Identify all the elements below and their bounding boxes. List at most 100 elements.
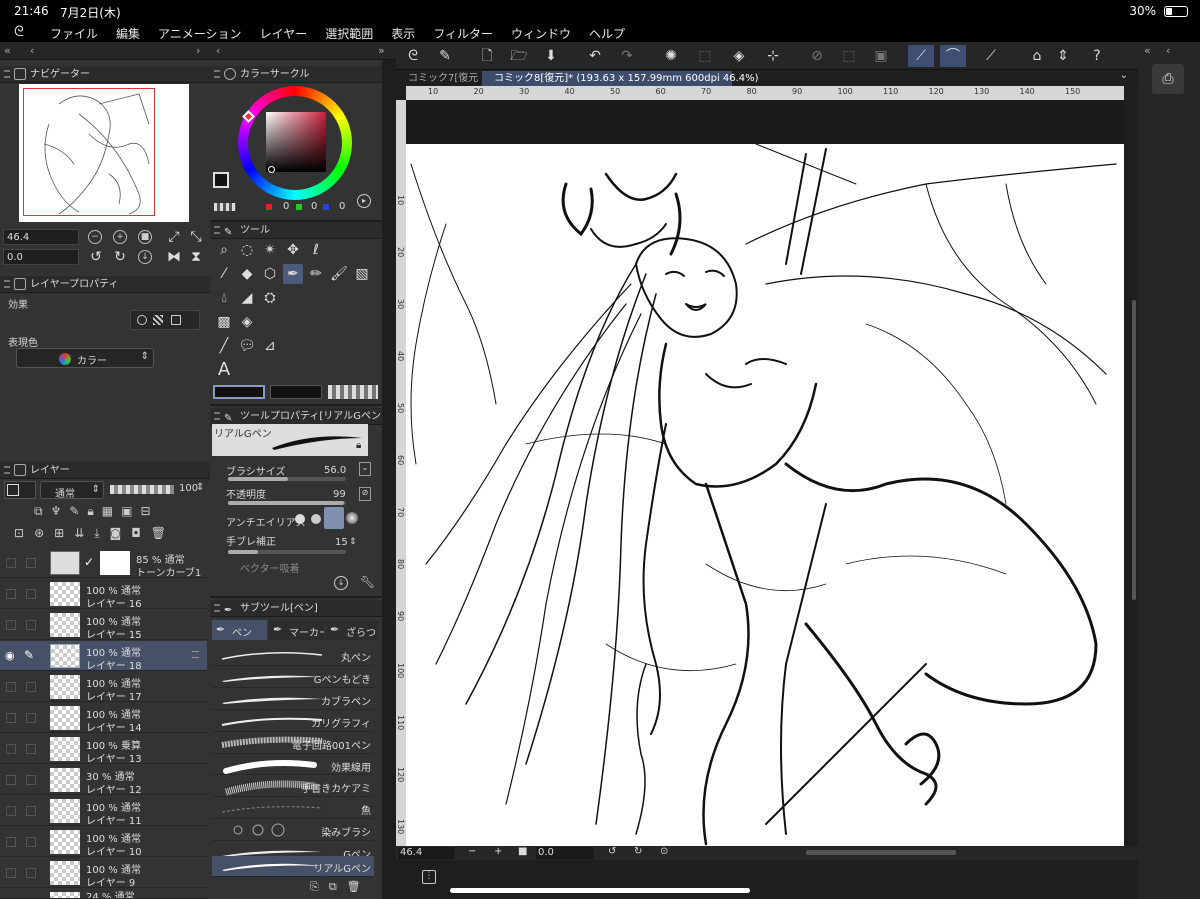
reference-layer-icon[interactable]: ♆ (51, 504, 62, 522)
draft-layer-icon[interactable]: ✎ (69, 504, 79, 522)
border-effect-icon[interactable] (137, 315, 147, 325)
decoration-tool-icon[interactable]: ⛭ (260, 288, 280, 308)
saturation-value-square[interactable] (266, 112, 326, 172)
layer-visibility-icon[interactable] (6, 589, 16, 599)
layer-menu-icon[interactable] (192, 651, 199, 658)
loading-icon[interactable]: ✺ (658, 45, 684, 67)
fit-icon[interactable]: ■ (518, 846, 527, 857)
new-raster-layer-icon[interactable]: ⊡ (14, 526, 24, 544)
copy-subtool-icon[interactable]: ⎘ (310, 880, 319, 896)
move-tool-icon[interactable]: ✥ (283, 240, 303, 260)
collapse-right-icon[interactable]: « (1144, 44, 1151, 57)
rotate-left-icon[interactable]: ↺ (86, 247, 106, 267)
lock-icon[interactable]: 🔒︎ (356, 440, 361, 451)
open-file-icon[interactable]: 🗁︎ (506, 45, 532, 67)
layer-row[interactable]: 100 % 通常 レイヤー 9 (0, 858, 207, 889)
menu-help[interactable]: ヘルプ (589, 25, 625, 42)
invert-selection-icon[interactable]: ⬚ (836, 45, 862, 67)
delete-layer-icon[interactable]: 🗑︎ (151, 526, 166, 544)
select-tool-icon[interactable]: ◌ (237, 240, 257, 260)
rotate-right-icon[interactable]: ↻ (110, 247, 130, 267)
zoom-tool-icon[interactable]: ⌕ (214, 240, 234, 260)
gradient-tool-icon[interactable]: ▧ (352, 264, 372, 284)
chevron-updown-icon[interactable]: ⇕ (1050, 45, 1076, 67)
rotate-right-icon[interactable]: ↻ (634, 846, 642, 857)
layer-lock-icon[interactable] (26, 837, 36, 847)
flip-horizontal-icon[interactable]: ⧓ (164, 247, 184, 267)
redo-icon[interactable]: ↷ (614, 45, 640, 67)
brush-size-value[interactable]: 56.0 (324, 465, 346, 476)
chevron-updown-icon[interactable]: ⇕ (349, 537, 357, 547)
layer-palette-icon[interactable]: ⊟ (140, 504, 150, 522)
color-wheel[interactable] (238, 86, 352, 200)
app-icon[interactable]: ᘓ (400, 45, 426, 67)
fill-tool-icon[interactable]: ◈ (237, 312, 257, 332)
drawing-canvas[interactable] (406, 144, 1124, 846)
layer-row-selected[interactable]: ◉ ✎ 100 % 通常 レイヤー 18 (0, 641, 207, 672)
menu-selection[interactable]: 選択範囲 (325, 25, 373, 42)
layer-row[interactable]: 100 % 通常 レイヤー 10 (0, 827, 207, 858)
eyedropper-tool-icon[interactable]: ⁄ (214, 264, 234, 284)
subtool-tab-rough[interactable]: ✒ ざらつ (326, 620, 378, 640)
layer-lock-icon[interactable] (26, 806, 36, 816)
drag-grip-icon[interactable] (214, 70, 220, 78)
snap-special-ruler-icon[interactable]: ⌒ (940, 45, 966, 67)
opacity-value[interactable]: 99 (333, 489, 346, 500)
stabilization-value[interactable]: 15 (335, 537, 348, 548)
chevron-left-icon[interactable]: ‹ (1166, 44, 1170, 57)
brush-item[interactable]: 魚 (212, 798, 374, 819)
opacity-settings-icon[interactable]: ⊘ (359, 487, 371, 501)
layer-lock-icon[interactable] (26, 589, 36, 599)
pencil-tool-icon[interactable]: ✏ (306, 264, 326, 284)
layer-row-tone-curve[interactable]: ✓ 85 % 通常 トーンカーブ1 (0, 548, 207, 579)
layer-lock-icon[interactable] (26, 868, 36, 878)
layer-opacity-slider[interactable] (110, 485, 174, 494)
canvas-zoom-field[interactable]: 46.4 (398, 847, 454, 859)
menu-layer[interactable]: レイヤー (260, 25, 308, 42)
menu-window[interactable]: ウィンドウ (511, 25, 571, 42)
save-icon[interactable]: ⬇ (538, 45, 564, 67)
snap-grid-icon[interactable]: ⟋ (978, 45, 1004, 67)
stabilization-slider[interactable] (228, 550, 346, 554)
drag-grip-icon[interactable] (214, 412, 220, 420)
layer-row[interactable]: 24 % 通常 (0, 889, 207, 899)
vertical-scrollbar[interactable] (1132, 300, 1136, 600)
layer-row[interactable]: 100 % 通常 レイヤー 14 (0, 703, 207, 734)
layer-row[interactable]: 100 % 通常 レイヤー 11 (0, 796, 207, 827)
chevron-right-icon[interactable]: › (196, 44, 200, 57)
fill-icon[interactable]: ◈ (726, 45, 752, 67)
snap-ruler-icon[interactable]: ⟋ (908, 45, 934, 67)
subtool-tab-pen[interactable]: ✒ ペン (212, 620, 267, 640)
lock-transparency-icon[interactable]: ▦ (102, 504, 113, 522)
chevron-updown-icon[interactable]: ⇕ (196, 482, 204, 493)
brush-item-selected[interactable]: リアルGペン (212, 856, 374, 877)
opacity-slider[interactable] (228, 501, 346, 505)
blend-mode-select[interactable]: 通常 ⇕ (40, 481, 104, 500)
layer-visibility-icon[interactable] (6, 682, 16, 692)
wrench-settings-icon[interactable]: 🔧︎ (360, 575, 375, 589)
airbrush-tool-icon[interactable]: ◢ (237, 288, 257, 308)
combine-layer-icon[interactable]: ⤓ (94, 526, 99, 544)
color-mode-toggle-icon[interactable]: ▸ (357, 194, 371, 208)
tone-tool-icon[interactable]: ▩ (214, 312, 234, 332)
restore-settings-icon[interactable]: ↓ (334, 576, 348, 590)
brush-size-icon[interactable]: ✎ (432, 45, 458, 67)
drag-grip-icon[interactable] (214, 604, 220, 612)
chevron-left-icon[interactable]: ‹ (30, 44, 34, 57)
brush-item[interactable]: 効果線用 (212, 755, 374, 775)
layer-color-icon[interactable] (171, 315, 181, 325)
antialias-strong-icon[interactable] (346, 512, 358, 524)
drag-grip-icon[interactable] (4, 70, 10, 78)
antialias-medium-icon[interactable] (324, 507, 344, 529)
mask-icon[interactable]: ▣ (121, 504, 132, 522)
brush-item[interactable]: 手書きカケアミ (212, 776, 374, 797)
pen-tool-icon[interactable]: ✒ (283, 264, 303, 284)
actual-size-icon[interactable]: ⤡ (186, 227, 206, 247)
zoom-in-icon[interactable]: + (494, 846, 502, 857)
clear-icon[interactable]: ⬚ (692, 45, 718, 67)
help-icon[interactable]: ? (1084, 45, 1110, 67)
layer-row[interactable]: 100 % 通常 レイヤー 17 (0, 672, 207, 703)
horizontal-scrollbar[interactable] (806, 850, 956, 855)
chevron-down-icon[interactable]: ⌄ (1120, 70, 1128, 81)
menu-edit[interactable]: 編集 (116, 25, 140, 42)
